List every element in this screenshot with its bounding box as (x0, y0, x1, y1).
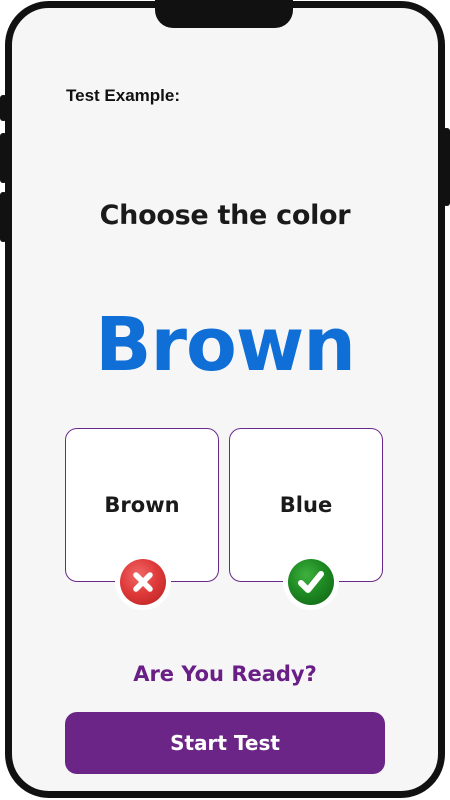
option-label: Brown (104, 493, 180, 517)
test-example-label: Test Example: (66, 86, 181, 105)
option-label: Blue (279, 493, 333, 517)
start-test-button[interactable]: Start Test (65, 712, 385, 774)
ready-prompt: Are You Ready? (133, 662, 317, 686)
correct-badge (283, 554, 339, 610)
color-word: Brown (95, 302, 356, 388)
check-mark-icon (288, 559, 334, 605)
x-mark-icon (120, 559, 166, 605)
prompt-title: Choose the color (99, 200, 351, 231)
wrong-badge (115, 554, 171, 610)
app-stage: Test Example: Choose the color Brown Bro… (0, 0, 450, 800)
screen: Test Example: Choose the color Brown Bro… (12, 8, 438, 791)
